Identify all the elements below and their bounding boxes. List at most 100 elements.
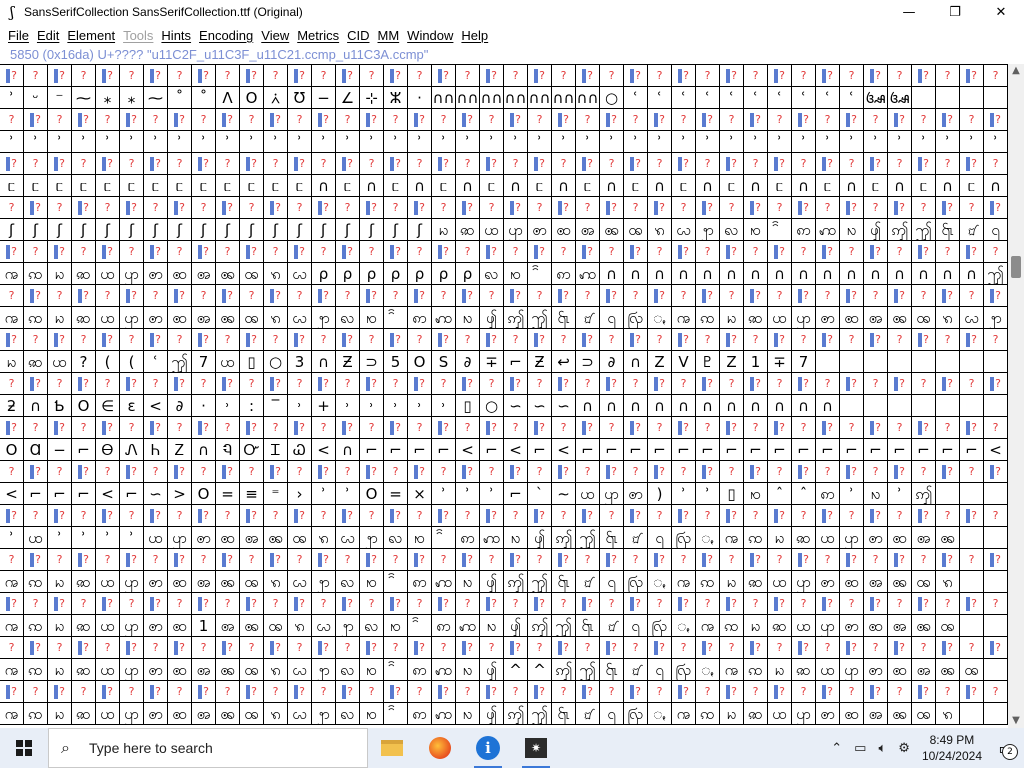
glyph-cell[interactable]: ᥴ (816, 175, 840, 197)
glyph-cell[interactable]: ꩺ (624, 571, 648, 593)
glyph-cell[interactable]: ꩠ (0, 615, 24, 637)
glyph-cell[interactable]: ꩤ (792, 615, 816, 637)
glyph-cell[interactable]: ꩥ (600, 483, 624, 505)
glyph-cell[interactable]: O (360, 483, 384, 505)
glyph-cell[interactable]: ꩩ (888, 307, 912, 329)
glyph-cell[interactable]: ꩥ (120, 307, 144, 329)
glyph-cell[interactable]: ∼ (552, 483, 576, 505)
glyph-cell[interactable]: ꩲ (432, 703, 456, 725)
glyph-cell[interactable]: ꩲ (480, 527, 504, 549)
glyph-cell[interactable]: ꩫ (288, 615, 312, 637)
glyph-cell[interactable]: ( (96, 351, 120, 373)
glyph-cell[interactable]: ꩦ (144, 659, 168, 681)
close-button[interactable]: ✕ (978, 0, 1024, 24)
glyph-cell[interactable]: ꩶ (528, 703, 552, 725)
glyph-cell[interactable]: > (168, 483, 192, 505)
glyph-cell[interactable]: ∩ (720, 395, 744, 417)
glyph-cell[interactable]: ꩩ (600, 219, 624, 241)
glyph-cell[interactable]: ꩧ (168, 571, 192, 593)
glyph-cell[interactable]: ꩭ (336, 615, 360, 637)
glyph-cell[interactable]: ꩲ (432, 659, 456, 681)
glyph-cell[interactable]: ꩤ (96, 307, 120, 329)
glyph-cell[interactable] (984, 87, 1008, 109)
glyph-cell[interactable]: ʾ (528, 131, 552, 153)
glyph-cell[interactable]: ʿ (816, 87, 840, 109)
glyph-cell[interactable]: ʾ (432, 131, 456, 153)
glyph-cell[interactable]: ᥴ (336, 175, 360, 197)
glyph-cell[interactable]: › (288, 483, 312, 505)
glyph-cell[interactable]: ∩ (600, 263, 624, 285)
glyph-cell[interactable]: ○ (480, 395, 504, 417)
glyph-cell[interactable]: ꩤ (96, 571, 120, 593)
glyph-cell[interactable]: ꩤ (96, 703, 120, 725)
maximize-button[interactable]: ❐ (932, 0, 978, 24)
glyph-cell[interactable]: = (216, 483, 240, 505)
glyph-cell[interactable]: ꩢ (48, 615, 72, 637)
glyph-cell[interactable]: + (312, 395, 336, 417)
glyph-cell[interactable]: ∩ (888, 263, 912, 285)
glyph-cell[interactable]: ꩥ (168, 527, 192, 549)
menu-mm[interactable]: MM (374, 28, 404, 43)
glyph-cell[interactable]: ∩ (816, 395, 840, 417)
glyph-cell[interactable]: ʾ (456, 483, 480, 505)
glyph-cell[interactable]: ˒ (288, 395, 312, 417)
glyph-cell[interactable]: ʾ (72, 131, 96, 153)
glyph-cell[interactable]: ꩳ (456, 307, 480, 329)
glyph-cell[interactable]: ꩨ (888, 615, 912, 637)
glyph-cell[interactable]: ꩱ (816, 483, 840, 505)
glyph-cell[interactable]: ꩢ (768, 659, 792, 681)
glyph-cell[interactable]: ꩧ (168, 307, 192, 329)
glyph-cell[interactable]: ρ (456, 263, 480, 285)
glyph-cell[interactable]: ∂ (456, 351, 480, 373)
glyph-cell[interactable]: ꩤ (216, 351, 240, 373)
glyph-cell[interactable]: 1 (744, 351, 768, 373)
glyph-cell[interactable]: ∩ (672, 263, 696, 285)
glyph-cell[interactable]: ʾ (624, 131, 648, 153)
glyph-cell[interactable]: ᥴ (48, 175, 72, 197)
menu-help[interactable]: Help (457, 28, 492, 43)
glyph-cell[interactable]: ꩩ (888, 571, 912, 593)
glyph-cell[interactable]: ꩸ (576, 307, 600, 329)
glyph-cell[interactable]: ʾ (912, 131, 936, 153)
glyph-cell[interactable]: ꦄ (864, 87, 888, 109)
glyph-cell[interactable]: ꩳ (840, 219, 864, 241)
glyph-cell[interactable]: ʾ (48, 131, 72, 153)
glyph-cell[interactable]: ꩢ (0, 351, 24, 373)
glyph-cell[interactable]: ⌐ (408, 439, 432, 461)
glyph-cell[interactable]: ∂ (168, 395, 192, 417)
glyph-cell[interactable]: ⌐ (936, 439, 960, 461)
glyph-cell[interactable]: Ꮕ (240, 439, 264, 461)
glyph-cell[interactable]: ʾ (240, 131, 264, 153)
glyph-cell[interactable]: ꩯ (360, 659, 384, 681)
glyph-cell[interactable]: ꩦ (840, 615, 864, 637)
glyph-cell[interactable]: ꩲ (576, 263, 600, 285)
glyph-cell[interactable]: ꩳ (456, 703, 480, 725)
glyph-cell[interactable]: ∩∩ (552, 87, 576, 109)
glyph-cell[interactable]: ꩨ (576, 219, 600, 241)
glyph-cell[interactable]: ꩣ (72, 571, 96, 593)
glyph-cell[interactable]: ꩷ (552, 571, 576, 593)
glyph-cell[interactable]: ⌐ (744, 439, 768, 461)
glyph-cell[interactable]: < (984, 439, 1008, 461)
glyph-cell[interactable]: ꩥ (504, 219, 528, 241)
glyph-cell[interactable]: ʾ (480, 483, 504, 505)
glyph-cell[interactable]: ᥴ (24, 175, 48, 197)
glyph-cell[interactable]: ꩣ (792, 659, 816, 681)
glyph-cell[interactable]: ʾ (0, 527, 24, 549)
glyph-cell[interactable]: ʾ (840, 131, 864, 153)
glyph-cell[interactable]: ꩩ (888, 703, 912, 725)
glyph-cell[interactable]: ∩ (816, 263, 840, 285)
glyph-cell[interactable]: ꩯ (384, 615, 408, 637)
glyph-cell[interactable]: Ꮔ (216, 439, 240, 461)
glyph-cell[interactable]: ⌐ (648, 439, 672, 461)
glyph-cell[interactable]: ρ (360, 263, 384, 285)
glyph-cell[interactable]: ∩ (648, 263, 672, 285)
menu-encoding[interactable]: Encoding (195, 28, 257, 43)
glyph-cell[interactable]: ꩥ (792, 571, 816, 593)
glyph-cell[interactable]: ꩬ (288, 571, 312, 593)
glyph-cell[interactable]: ꩺ (624, 307, 648, 329)
glyph-cell[interactable]: ˒ (384, 395, 408, 417)
glyph-cell[interactable]: ꩪ (936, 615, 960, 637)
glyph-cell[interactable]: ꩺ (648, 615, 672, 637)
glyph-cell[interactable]: ꩻ (648, 307, 672, 329)
